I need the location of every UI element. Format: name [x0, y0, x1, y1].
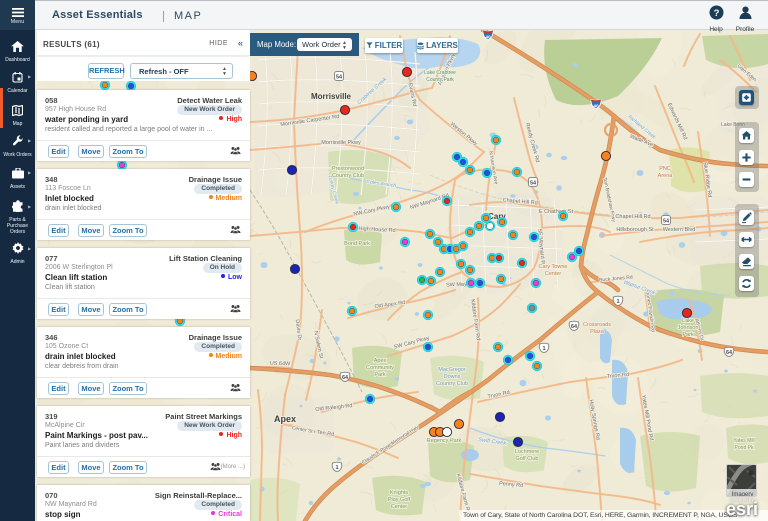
svg-text:Golf Club: Golf Club — [516, 456, 539, 462]
svg-text:Knights: Knights — [390, 490, 409, 496]
svg-text:Lochmere: Lochmere — [515, 449, 539, 455]
svg-text:Plaza: Plaza — [590, 329, 605, 335]
svg-text:Country Club: Country Club — [436, 381, 468, 387]
svg-text:Apex: Apex — [374, 358, 387, 364]
svg-text:Arena: Arena — [658, 173, 674, 179]
svg-text:Crossroads: Crossroads — [583, 322, 611, 328]
svg-text:Johnson: Johnson — [678, 325, 699, 331]
svg-text:Lake: Lake — [682, 318, 694, 324]
svg-text:US 64W: US 64W — [270, 361, 291, 368]
svg-text:Morrisville: Morrisville — [311, 92, 352, 101]
svg-text:64: 64 — [342, 375, 349, 381]
svg-text:Morrisville Pkwy: Morrisville Pkwy — [321, 140, 361, 146]
svg-text:40: 40 — [485, 35, 491, 41]
svg-text:Country Club: Country Club — [332, 173, 364, 179]
svg-text:Center: Center — [391, 504, 408, 510]
svg-text:54: 54 — [663, 218, 670, 224]
svg-text:1: 1 — [335, 465, 338, 471]
svg-text:PNC: PNC — [659, 166, 671, 172]
svg-text:64: 64 — [571, 324, 578, 330]
svg-text:County Park: County Park — [426, 77, 454, 83]
svg-text:E Chatham St: E Chatham St — [539, 209, 574, 215]
svg-text:Play Golf: Play Golf — [388, 497, 411, 503]
svg-text:Chapel Hill Rd: Chapel Hill Rd — [615, 214, 650, 220]
svg-text:Community: Community — [366, 365, 394, 371]
svg-text:Downs: Downs — [444, 374, 461, 380]
svg-text:Cary Towne: Cary Towne — [539, 264, 568, 270]
svg-text:Western Blvd: Western Blvd — [663, 227, 696, 233]
svg-text:54: 54 — [530, 180, 537, 186]
svg-text:Prestonwood: Prestonwood — [332, 166, 364, 172]
svg-text:Yates Mill: Yates Mill — [733, 438, 754, 444]
svg-text:54: 54 — [336, 74, 343, 80]
svg-text:Center: Center — [545, 271, 562, 277]
svg-text:?: ? — [713, 8, 719, 19]
svg-text:64: 64 — [726, 350, 733, 356]
svg-text:MacGregor: MacGregor — [438, 367, 466, 373]
svg-text:Apex: Apex — [274, 414, 296, 424]
svg-text:40: 40 — [593, 104, 599, 110]
svg-text:1: 1 — [542, 346, 545, 352]
svg-text:Regency Park: Regency Park — [427, 438, 462, 444]
svg-text:Park: Park — [374, 372, 386, 378]
svg-text:1: 1 — [616, 299, 619, 305]
svg-text:Hillsborough St: Hillsborough St — [616, 227, 654, 233]
svg-text:Pond Pk: Pond Pk — [735, 445, 754, 451]
svg-text:Lake Crabtree: Lake Crabtree — [424, 70, 456, 76]
svg-text:Park: Park — [682, 332, 694, 338]
svg-text:Bond Park: Bond Park — [344, 241, 370, 247]
